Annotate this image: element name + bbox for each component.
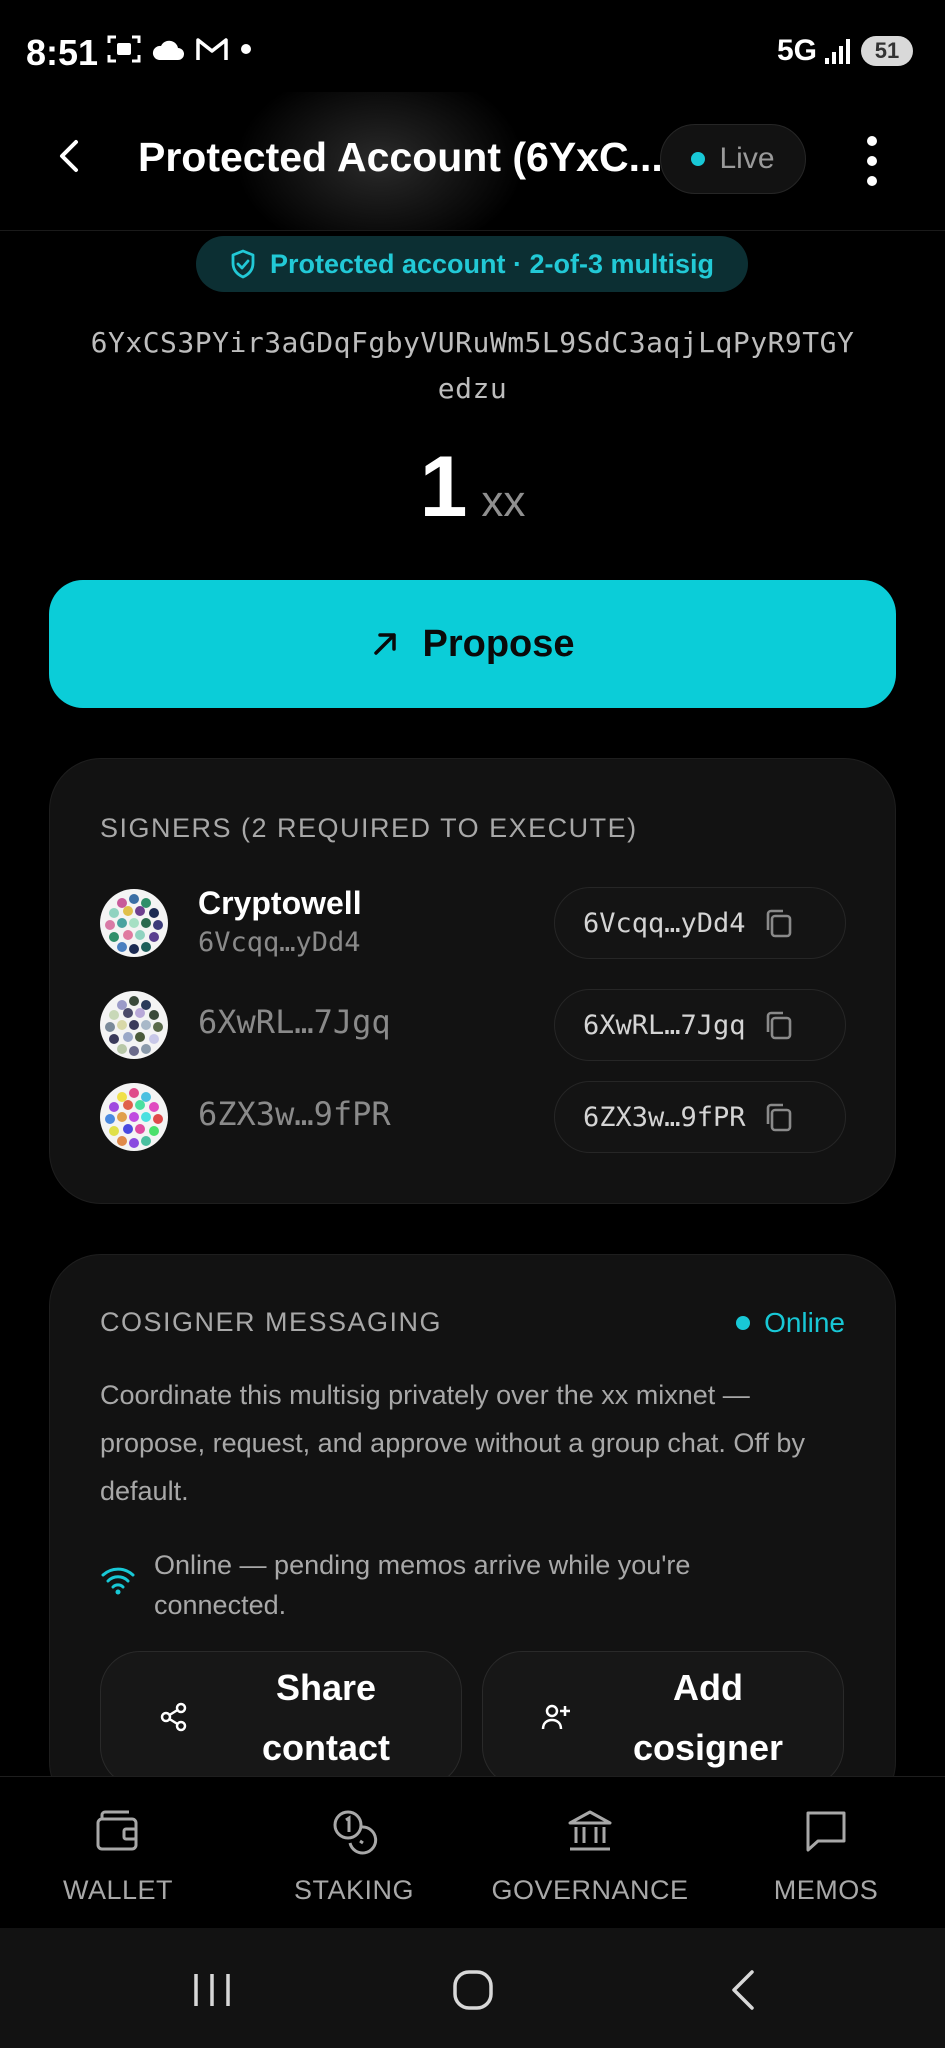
- page-title: Protected Account (6YxC...: [138, 134, 663, 180]
- signal-icon: [825, 39, 850, 64]
- live-dot-icon: [691, 152, 706, 166]
- propose-label: Propose: [422, 622, 575, 665]
- protected-account-badge: Protected account · 2-of-3 multisig: [196, 236, 748, 292]
- account-address[interactable]: 6YxCS3PYir3aGDqFgbyVURuWm5L9SdC3aqjLqPyR…: [60, 320, 885, 412]
- nav-staking[interactable]: STAKING: [236, 1807, 472, 1906]
- status-icons: [107, 34, 253, 64]
- status-right: 5G 51: [777, 34, 913, 68]
- arrow-up-right-icon: [374, 633, 397, 655]
- system-back-icon[interactable]: [722, 1966, 770, 2014]
- system-nav-bar: [0, 1928, 945, 2048]
- avatar: [100, 991, 168, 1059]
- shield-check-icon: [231, 249, 255, 279]
- nav-memos-label: MEMOS: [773, 1875, 879, 1905]
- home-icon[interactable]: [451, 1966, 499, 2014]
- coins-icon: [333, 1810, 378, 1855]
- copy-icon: [766, 1011, 791, 1040]
- chip-address: 6Vcqq…yDd4: [583, 907, 746, 939]
- online-status-label: Online: [764, 1307, 845, 1338]
- nav-wallet-label: WALLET: [62, 1875, 174, 1905]
- messaging-title: COSIGNER MESSAGING: [100, 1307, 443, 1337]
- signers-title: SIGNERS (2 REQUIRED TO EXECUTE): [100, 813, 638, 843]
- signer-row: 6ZX3w…9fPR 6ZX3w…9fPR: [100, 1077, 846, 1157]
- network-label: 5G: [776, 34, 817, 67]
- notification-dot-icon: [241, 44, 251, 54]
- share-contact-button[interactable]: Share contact: [100, 1651, 462, 1787]
- copy-address-chip[interactable]: 6XwRL…7Jgq: [554, 989, 846, 1061]
- screenshot-icon: [107, 35, 141, 63]
- copy-icon: [766, 909, 791, 938]
- avatar: [100, 889, 168, 957]
- back-arrow-icon[interactable]: [48, 134, 92, 178]
- bottom-nav: WALLET STAKING GOVERNANCE MEMOS: [0, 1776, 945, 1929]
- copy-address-chip[interactable]: 6Vcqq…yDd4: [554, 887, 846, 959]
- more-options-icon[interactable]: [858, 132, 886, 190]
- online-note-text: Online — pending memos arrive while you'…: [154, 1550, 691, 1620]
- app-header: Protected Account (6YxC... Live: [0, 92, 945, 231]
- propose-button[interactable]: Propose: [49, 580, 896, 708]
- bank-icon: [568, 1810, 612, 1851]
- signer-address: 6XwRL…7Jgq: [198, 1003, 391, 1041]
- add-cosigner-label: Add cosigner: [632, 1667, 784, 1768]
- nav-governance-label: GOVERNANCE: [491, 1875, 689, 1905]
- add-user-icon: [541, 1704, 570, 1730]
- balance-amount: 1: [419, 439, 468, 535]
- signer-address: 6ZX3w…9fPR: [198, 1095, 391, 1133]
- address-line-2: edzu: [437, 372, 508, 405]
- signer-address: 6Vcqq…yDd4: [198, 927, 361, 958]
- chat-bubble-icon: [806, 1811, 846, 1852]
- add-cosigner-button[interactable]: Add cosigner: [482, 1651, 844, 1787]
- gmail-icon: [196, 38, 228, 60]
- online-status: Online: [736, 1307, 845, 1339]
- messaging-description: Coordinate this multisig privately over …: [100, 1380, 805, 1506]
- signers-card: SIGNERS (2 REQUIRED TO EXECUTE) Cryptowe…: [49, 758, 896, 1204]
- account-balance: 1 xx: [0, 438, 945, 537]
- cosigner-messaging-card: COSIGNER MESSAGING Online Coordinate thi…: [49, 1254, 896, 1814]
- recents-icon[interactable]: [188, 1966, 236, 2014]
- signer-row: 6XwRL…7Jgq 6XwRL…7Jgq: [100, 985, 846, 1065]
- status-bar: 8:51 5G 51: [0, 0, 945, 92]
- share-icon: [160, 1702, 187, 1732]
- wifi-icon: [101, 1567, 135, 1595]
- cloud-icon: [152, 40, 184, 60]
- live-status-pill: Live: [660, 124, 806, 194]
- nav-wallet[interactable]: WALLET: [0, 1807, 236, 1906]
- nav-staking-label: STAKING: [293, 1875, 415, 1905]
- status-time: 8:51: [26, 32, 99, 73]
- chip-address: 6ZX3w…9fPR: [583, 1101, 746, 1133]
- battery-indicator: 51: [861, 36, 913, 66]
- signer-name: Cryptowell: [198, 885, 362, 921]
- balance-unit: xx: [481, 477, 526, 526]
- online-dot-icon: [736, 1316, 751, 1330]
- address-line-1: 6YxCS3PYir3aGDqFgbyVURuWm5L9SdC3aqjLqPyR…: [90, 326, 855, 359]
- nav-memos[interactable]: MEMOS: [708, 1807, 944, 1906]
- nav-governance[interactable]: GOVERNANCE: [472, 1807, 708, 1906]
- chip-address: 6XwRL…7Jgq: [583, 1009, 746, 1041]
- wallet-icon: [96, 1810, 138, 1851]
- copy-icon: [766, 1103, 791, 1132]
- share-contact-label: Share contact: [261, 1667, 391, 1768]
- copy-address-chip[interactable]: 6ZX3w…9fPR: [554, 1081, 846, 1153]
- live-label: Live: [719, 142, 775, 175]
- badge-text: Protected account · 2-of-3 multisig: [269, 248, 715, 279]
- avatar: [100, 1083, 168, 1151]
- signer-row: Cryptowell 6Vcqq…yDd4 6Vcqq…yDd4: [100, 883, 846, 963]
